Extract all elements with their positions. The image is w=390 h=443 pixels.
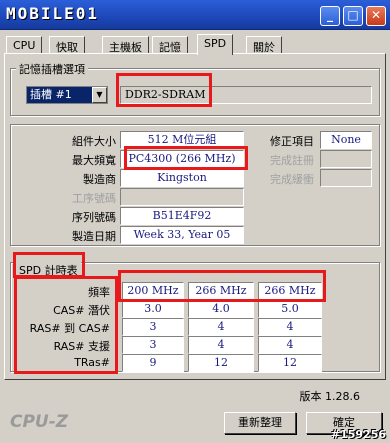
tab-spd[interactable]: SPD xyxy=(197,34,234,55)
slot-select[interactable]: 插槽 #1 ▼ xyxy=(26,86,108,104)
spd-cell: 4 xyxy=(188,318,254,336)
manufacturer-field: Kingston xyxy=(120,169,244,187)
spd-cell: 3 xyxy=(122,336,184,354)
correction-field: None xyxy=(320,131,372,149)
module-size-field: 512 M位元組 xyxy=(120,131,244,149)
minimize-button[interactable]: _ xyxy=(320,6,340,26)
spd-cell: 9 xyxy=(122,354,184,372)
refresh-button[interactable]: 重新整理 xyxy=(224,412,296,434)
spd-row-label-cas: CAS# 潛伏 xyxy=(53,304,110,317)
tab-cpu[interactable]: CPU xyxy=(6,36,43,54)
close-button[interactable]: ✕ xyxy=(366,6,386,26)
spd-row-label-frequency: 頻率 xyxy=(88,286,110,299)
serial-number-field: B51E4F92 xyxy=(120,207,244,225)
spd-cell: 266 MHz xyxy=(188,282,254,300)
spd-row-label-ras-precharge: RAS# 支援 xyxy=(53,340,110,353)
memory-type-field: DDR2-SDRAM xyxy=(120,86,372,104)
part-number-field xyxy=(120,188,244,206)
watermark-text: #159256 xyxy=(330,428,386,441)
spd-row-label-ras-to-cas: RAS# 到 CAS# xyxy=(29,322,110,335)
spd-cell: 3.0 xyxy=(122,300,184,318)
part-number-label: 工序號碼 xyxy=(72,192,116,205)
tab-bar: CPU 快取 主機板 記憶 SPD 關於 xyxy=(4,34,386,55)
tab-cache[interactable]: 快取 xyxy=(49,36,85,54)
manufacture-date-label: 製造日期 xyxy=(72,230,116,243)
registered-field xyxy=(320,150,372,168)
cpuz-brand: CPU-Z xyxy=(10,412,69,432)
spd-cell: 4 xyxy=(188,336,254,354)
slot-select-value: 插槽 #1 xyxy=(30,88,72,101)
tab-about[interactable]: 關於 xyxy=(246,36,282,54)
spd-row-label-tras: TRas# xyxy=(74,356,110,369)
serial-number-label: 序列號碼 xyxy=(72,211,116,224)
title-bar[interactable]: MOBILE01 _ □ ✕ xyxy=(0,0,390,30)
manufacture-date-field: Week 33, Year 05 xyxy=(120,226,244,244)
tab-memory[interactable]: 記憶 xyxy=(152,36,188,54)
maximize-button[interactable]: □ xyxy=(343,6,363,26)
correction-label: 修正項目 xyxy=(270,135,314,148)
app-logo: MOBILE01 xyxy=(6,4,100,23)
tab-mainboard[interactable]: 主機板 xyxy=(102,36,149,54)
spd-cell: 12 xyxy=(258,354,322,372)
spd-cell: 266 MHz xyxy=(258,282,322,300)
slot-group-title: 記憶插槽選項 xyxy=(16,61,88,77)
spd-cell: 4 xyxy=(258,336,322,354)
max-bandwidth-label: 最大頻寬 xyxy=(72,154,116,167)
buffered-field xyxy=(320,169,372,187)
version-label: 版本 1.28.6 xyxy=(299,390,360,403)
max-bandwidth-field: PC4300 (266 MHz) xyxy=(120,150,244,168)
spd-cell: 12 xyxy=(188,354,254,372)
spd-cell: 5.0 xyxy=(258,300,322,318)
buffered-label: 完成緩衝 xyxy=(270,173,314,186)
spd-cell: 4.0 xyxy=(188,300,254,318)
spd-cell: 3 xyxy=(122,318,184,336)
manufacturer-label: 製造商 xyxy=(83,173,116,186)
spd-timing-title: SPD 計時表 xyxy=(16,262,81,278)
module-size-label: 組件大小 xyxy=(72,135,116,148)
registered-label: 完成註冊 xyxy=(270,154,314,167)
chevron-down-icon[interactable]: ▼ xyxy=(92,87,107,103)
spd-cell: 200 MHz xyxy=(122,282,184,300)
spd-cell: 4 xyxy=(258,318,322,336)
